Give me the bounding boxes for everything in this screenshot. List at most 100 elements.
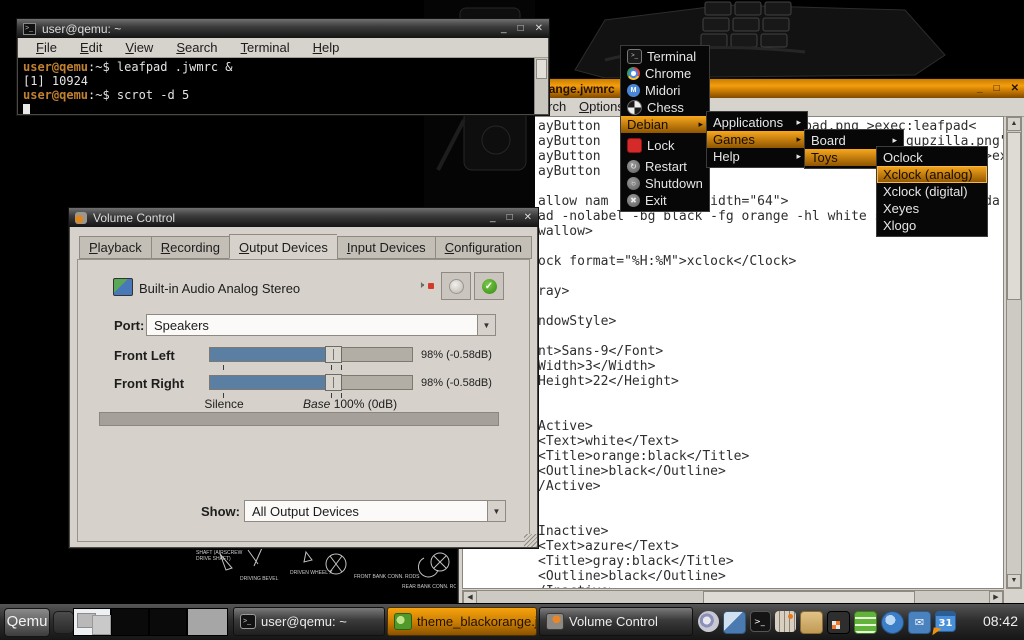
displays-icon[interactable] [723, 611, 746, 634]
base-value: 100% (0dB) [330, 397, 397, 411]
mixer-icon[interactable] [775, 611, 796, 632]
maximize-button[interactable]: □ [507, 212, 513, 223]
terminal-titlebar[interactable]: >_ user@qemu: ~ _ □ ✕ [17, 19, 549, 38]
scroll-down-button[interactable]: ▼ [1007, 574, 1021, 588]
minimize-button[interactable]: _ [501, 23, 507, 34]
globe-icon[interactable] [881, 611, 904, 634]
folder-icon[interactable] [800, 611, 823, 634]
mute-icon[interactable]: 🕨 [418, 280, 432, 292]
menu-item-xlogo[interactable]: Xlogo [877, 217, 987, 234]
mute-toggle-button[interactable] [441, 272, 471, 300]
menu-item-chrome[interactable]: Chrome [621, 65, 709, 82]
maximize-button[interactable]: □ [518, 23, 524, 34]
debian-submenu: Applications▸Games▸Help▸ [706, 111, 808, 168]
menu-item-label: Help [713, 149, 740, 164]
terminal-menu-terminal[interactable]: Terminal [237, 39, 294, 56]
slider-fill [210, 376, 327, 389]
default-device-button[interactable]: ✓ [474, 272, 504, 300]
vscroll-thumb[interactable] [1007, 132, 1021, 300]
slider-handle[interactable] [325, 346, 342, 363]
terminal-menubar: File Edit View Search Terminal Help [18, 38, 548, 58]
show-desktop-button[interactable] [53, 611, 74, 634]
scroll-up-button[interactable]: ▲ [1007, 117, 1021, 131]
lock-icon [627, 138, 642, 153]
editor-vertical-scrollbar[interactable]: ▲ ▼ [1006, 116, 1022, 589]
close-button[interactable]: ✕ [1011, 83, 1019, 94]
menu-item-applications[interactable]: Applications▸ [707, 114, 807, 131]
menu-item-xeyes[interactable]: Xeyes [877, 200, 987, 217]
terminal-menu-file[interactable]: File [32, 39, 61, 56]
svg-text:DRIVING BEVEL: DRIVING BEVEL [240, 576, 279, 582]
minimize-button[interactable]: _ [977, 83, 983, 94]
close-button[interactable]: ✕ [535, 23, 543, 34]
pager-desktop-1[interactable] [73, 608, 111, 636]
terminal-window: >_ user@qemu: ~ _ □ ✕ File Edit View Search… [16, 18, 550, 116]
tab-configuration[interactable]: Configuration [435, 236, 532, 259]
taskbar-task-editor[interactable]: theme_blackorange.jwmrc [387, 607, 537, 636]
menu-item-label: Xclock (analog) [883, 167, 973, 182]
toys-submenu: OclockXclock (analog)Xclock (digital)Xey… [876, 146, 988, 237]
editor-menu-options[interactable]: Options [579, 98, 624, 115]
menu-item-lock[interactable]: Lock [621, 137, 709, 154]
menu-item-exit[interactable]: ✖Exit [621, 192, 709, 209]
close-button[interactable]: ✕ [524, 212, 532, 223]
tab-playback[interactable]: Playback [79, 236, 151, 259]
pager-desktop-2[interactable] [111, 608, 149, 636]
terminal-scroll-thumb[interactable] [536, 59, 547, 79]
editor-line [538, 494, 1004, 509]
menu-item-oclock[interactable]: Oclock [877, 149, 987, 166]
menu-item-xclock-digital[interactable]: Xclock (digital) [877, 183, 987, 200]
taskbar-task-volume[interactable]: Volume Control [539, 607, 693, 636]
port-label: Port: [114, 318, 144, 333]
menu-item-games[interactable]: Games▸ [707, 131, 807, 148]
pager-desktop-3[interactable] [149, 608, 187, 636]
front-right-slider[interactable] [209, 375, 413, 390]
tab-output-devices[interactable]: Output Devices [229, 234, 337, 259]
terminal-menu-edit[interactable]: Edit [76, 39, 106, 56]
chevron-down-icon[interactable]: ▼ [487, 501, 505, 521]
taskbar-clock: 08:42 [983, 613, 1018, 629]
menu-item-debian[interactable]: Debian▸ [621, 116, 709, 133]
calculator-icon[interactable] [827, 611, 850, 634]
terminal-icon[interactable]: >_ [750, 611, 771, 632]
menu-item-label: Midori [645, 83, 680, 98]
silence-label: Silence [198, 397, 250, 411]
maximize-button[interactable]: □ [994, 83, 1000, 94]
qemu-menu-button[interactable]: Qemu [4, 608, 50, 637]
desktop-pager[interactable] [73, 608, 228, 636]
terminal-menu-help[interactable]: Help [309, 39, 344, 56]
show-select[interactable]: All Output Devices ▼ [244, 500, 506, 522]
minimize-button[interactable]: _ [490, 212, 496, 223]
front-left-slider[interactable] [209, 347, 413, 362]
terminal-output[interactable]: user@qemu:~$ leafpad .jwmrc &[1] 10924us… [18, 58, 535, 114]
menu-item-chess[interactable]: Chess [621, 99, 709, 116]
menu-item-midori[interactable]: MMidori [621, 82, 709, 99]
terminal-menu-search[interactable]: Search [172, 39, 221, 56]
taskbar-task-terminal[interactable]: >_ user@qemu: ~ [233, 607, 385, 636]
scale-tick [341, 365, 342, 370]
menu-item-restart[interactable]: ↻Restart [621, 158, 709, 175]
menu-item-shutdown[interactable]: ○Shutdown [621, 175, 709, 192]
svg-text:FRONT BANK CONN. RODS: FRONT BANK CONN. RODS [354, 574, 420, 580]
notes-icon[interactable] [854, 611, 877, 634]
chevron-down-icon[interactable]: ▼ [477, 315, 495, 335]
resize-grip[interactable] [524, 534, 537, 547]
tab-input-devices[interactable]: Input Devices [337, 236, 435, 259]
terminal-menu-view[interactable]: View [121, 39, 157, 56]
port-select[interactable]: Speakers ▼ [146, 314, 496, 336]
slider-handle[interactable] [325, 374, 342, 391]
tab-recording[interactable]: Recording [151, 236, 229, 259]
pager-desktop-4[interactable] [187, 608, 228, 636]
swirl-icon[interactable] [698, 611, 719, 632]
menu-item-xclock-analog[interactable]: Xclock (analog) [877, 166, 987, 183]
terminal-window-icon: >_ [23, 23, 36, 35]
chrome-icon [627, 67, 640, 80]
editor-line [538, 299, 1004, 314]
terminal-scrollbar[interactable] [534, 58, 548, 114]
volume-titlebar[interactable]: Volume Control _ □ ✕ [69, 208, 538, 227]
menu-item-terminal[interactable]: >_Terminal [621, 48, 709, 65]
menu-item-help[interactable]: Help▸ [707, 148, 807, 165]
mail-icon[interactable]: ✉ [908, 611, 931, 634]
desktop: SHAFT (AIRSCREW DRIVE SHAFT) DRIVING BEV… [0, 0, 1024, 640]
volume-device-frame: Built-in Audio Analog Stereo 🕨 ✓ Port: S… [77, 259, 530, 542]
